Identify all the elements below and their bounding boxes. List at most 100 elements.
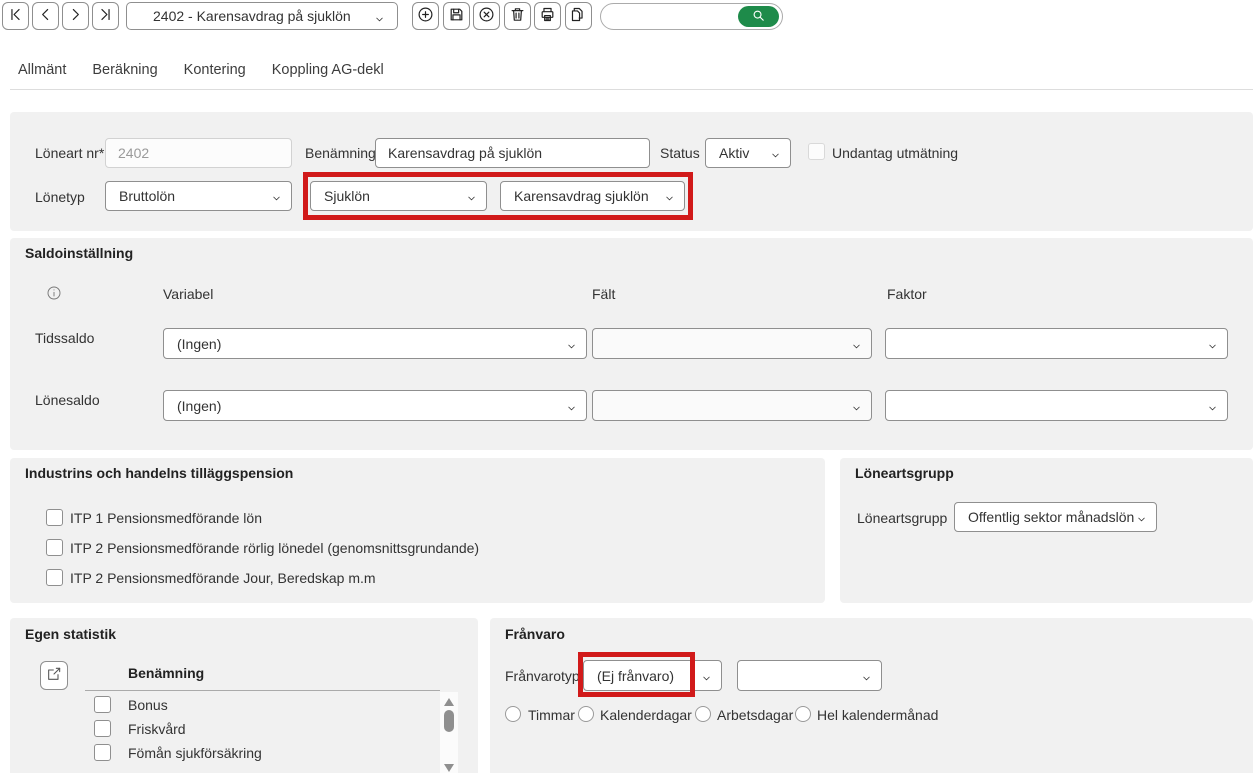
radio-timmar-label: Timmar xyxy=(528,707,575,723)
lonesaldo-falt-select[interactable] xyxy=(592,390,872,421)
tidssaldo-variabel-select[interactable]: (Ingen) xyxy=(163,328,587,359)
first-record-icon xyxy=(7,6,24,26)
loneartsgrupp-label: Löneartsgrupp xyxy=(857,510,948,526)
chevron-down-icon xyxy=(271,191,282,202)
tab-allmant[interactable]: Allmänt xyxy=(18,62,66,84)
tab-kontering[interactable]: Kontering xyxy=(184,62,246,84)
copy-document-icon xyxy=(570,6,587,26)
edit-statistik-button[interactable] xyxy=(40,661,68,690)
tidssaldo-falt-select[interactable] xyxy=(592,328,872,359)
chevron-down-icon xyxy=(770,148,781,159)
chevron-down-icon xyxy=(1136,512,1147,523)
itp2-rorlig-label: ITP 2 Pensionsmedförande rörlig lönedel … xyxy=(70,540,480,556)
lonetyp-select[interactable]: Bruttolön xyxy=(105,181,292,211)
loneart-nr-field[interactable] xyxy=(105,138,292,168)
loneartsgrupp-select[interactable]: Offentlig sektor månadslön xyxy=(954,502,1157,532)
tidssaldo-label: Tidssaldo xyxy=(35,330,95,346)
undantag-utmatning-checkbox[interactable] xyxy=(808,143,825,160)
scroll-up-icon[interactable] xyxy=(444,698,454,706)
tab-bar: Allmänt Beräkning Kontering Koppling AG-… xyxy=(18,62,384,84)
franvaro-unit-select[interactable] xyxy=(737,660,882,691)
tidssaldo-faktor-select[interactable] xyxy=(885,328,1228,359)
radio-arbetsdagar[interactable] xyxy=(695,706,711,722)
scrollbar-thumb[interactable] xyxy=(444,710,454,732)
radio-timmar[interactable] xyxy=(505,706,521,722)
itp2-jour-checkbox[interactable] xyxy=(46,569,63,586)
tab-berakning[interactable]: Beräkning xyxy=(92,62,157,84)
chevron-down-icon xyxy=(566,339,577,350)
cancel-button[interactable] xyxy=(473,2,500,30)
saldo-col-falt: Fält xyxy=(592,286,616,302)
lonetyp-sub2-select[interactable]: Karensavdrag sjuklön xyxy=(500,181,685,211)
franvaro-panel: Frånvaro Frånvarotyp (Ej frånvaro) Timma… xyxy=(490,618,1253,773)
statistik-sjukforsakring-checkbox[interactable] xyxy=(94,744,111,761)
previous-record-button[interactable] xyxy=(32,2,59,30)
toolbar: 2402 - Karensavdrag på sjuklön xyxy=(0,0,1253,33)
search-box xyxy=(600,3,783,30)
save-button[interactable] xyxy=(443,2,470,30)
delete-button[interactable] xyxy=(504,2,531,30)
lonesaldo-faktor-select[interactable] xyxy=(885,390,1228,421)
chevron-left-icon xyxy=(37,6,54,26)
chevron-down-icon xyxy=(851,401,862,412)
lonesaldo-variabel-value: (Ingen) xyxy=(177,397,222,414)
chevron-right-icon xyxy=(67,6,84,26)
plus-circle-icon xyxy=(417,6,434,26)
lonesaldo-variabel-select[interactable]: (Ingen) xyxy=(163,390,587,421)
status-value: Aktiv xyxy=(719,145,750,161)
last-record-icon xyxy=(97,6,114,26)
search-icon xyxy=(751,8,766,26)
chevron-down-icon xyxy=(664,191,675,202)
copy-button[interactable] xyxy=(565,2,592,30)
status-label: Status xyxy=(660,145,700,161)
add-record-button[interactable] xyxy=(412,2,439,30)
lonetyp-sub2-value: Karensavdrag sjuklön xyxy=(514,188,649,204)
statistik-friskvard-checkbox[interactable] xyxy=(94,720,111,737)
benamning-field[interactable] xyxy=(375,138,650,168)
radio-hel-kalendermanad[interactable] xyxy=(795,706,811,722)
franvarotyp-label: Frånvarotyp xyxy=(505,668,580,684)
saldo-col-faktor: Faktor xyxy=(887,286,927,302)
chevron-down-icon xyxy=(374,12,385,28)
trash-icon xyxy=(509,6,526,26)
chevron-down-icon xyxy=(1207,339,1218,350)
egen-statistik-title: Egen statistik xyxy=(25,626,117,642)
tab-koppling-ag-dekl[interactable]: Koppling AG-dekl xyxy=(272,62,384,84)
tab-divider xyxy=(10,89,1253,90)
loneart-nr-label: Löneart nr* xyxy=(35,145,105,161)
loneartsgrupp-value: Offentlig sektor månadslön xyxy=(968,509,1135,525)
franvaro-title: Frånvaro xyxy=(505,626,565,642)
itp1-checkbox[interactable] xyxy=(46,509,63,526)
record-selector-value: 2402 - Karensavdrag på sjuklön xyxy=(153,8,351,24)
status-select[interactable]: Aktiv xyxy=(705,138,791,168)
record-selector[interactable]: 2402 - Karensavdrag på sjuklön xyxy=(126,2,398,30)
lonetyp-sub1-select[interactable]: Sjuklön xyxy=(310,181,487,211)
last-record-button[interactable] xyxy=(92,2,119,30)
chevron-down-icon xyxy=(466,191,477,202)
scroll-down-icon[interactable] xyxy=(444,764,454,772)
franvarotyp-select[interactable]: (Ej frånvaro) xyxy=(583,660,722,691)
search-input[interactable] xyxy=(613,5,738,28)
radio-kalenderdagar-label: Kalenderdagar xyxy=(600,707,692,723)
general-panel: Löneart nr* Benämning* Status Aktiv Unda… xyxy=(10,112,1253,231)
radio-kalenderdagar[interactable] xyxy=(578,706,594,722)
itp1-label: ITP 1 Pensionsmedförande lön xyxy=(70,510,262,526)
info-icon[interactable] xyxy=(46,285,62,304)
statistik-bonus-checkbox[interactable] xyxy=(94,696,111,713)
benamning-label: Benämning* xyxy=(305,145,382,161)
column-divider xyxy=(85,690,440,691)
first-record-button[interactable] xyxy=(2,2,29,30)
radio-arbetsdagar-label: Arbetsdagar xyxy=(717,707,794,723)
search-button[interactable] xyxy=(738,6,779,27)
print-button[interactable] xyxy=(534,2,561,30)
loneartsgrupp-panel: Löneartsgrupp Löneartsgrupp Offentlig se… xyxy=(840,458,1253,603)
statistik-bonus-label: Bonus xyxy=(128,697,168,713)
lonetyp-label: Lönetyp xyxy=(35,189,85,205)
next-record-button[interactable] xyxy=(62,2,89,30)
lonetyp-value: Bruttolön xyxy=(119,188,176,204)
itp-title: Industrins och handelns tilläggspension xyxy=(25,465,294,481)
chevron-down-icon xyxy=(861,671,872,682)
list-scrollbar[interactable] xyxy=(440,692,458,773)
itp2-rorlig-checkbox[interactable] xyxy=(46,539,63,556)
itp-panel: Industrins och handelns tilläggspension … xyxy=(10,458,825,603)
